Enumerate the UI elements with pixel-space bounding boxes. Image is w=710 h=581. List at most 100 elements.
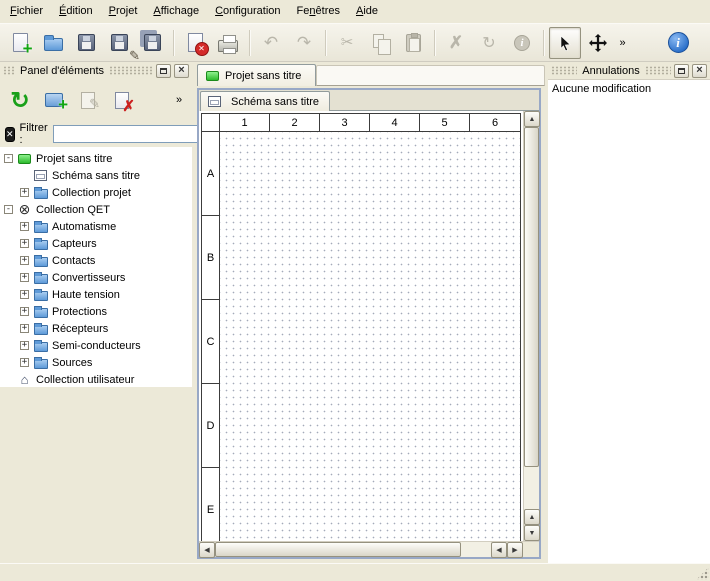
horizontal-scrollbar[interactable] [199, 541, 523, 557]
tree-item-collection-utilisateur[interactable]: Collection utilisateur [0, 371, 192, 387]
scroll-left-button[interactable] [199, 542, 215, 558]
tree-expander[interactable]: + [20, 222, 29, 231]
tree-item-recepteurs[interactable]: + Récepteurs [0, 320, 192, 337]
close-file-button[interactable] [179, 27, 211, 59]
tree-expander[interactable]: - [4, 205, 13, 214]
reload-collections-button[interactable] [5, 85, 35, 115]
menu-fenetres[interactable]: Fenêtres [289, 0, 348, 23]
save-all-button[interactable] [136, 27, 168, 59]
tree-item-contacts[interactable]: + Contacts [0, 252, 192, 269]
dock-float-button[interactable] [156, 64, 171, 78]
tree-expander[interactable]: + [20, 239, 29, 248]
filter-input[interactable] [53, 125, 203, 143]
tree-item-label: Sources [52, 357, 92, 369]
print-button[interactable] [212, 27, 244, 59]
redo-icon [294, 33, 314, 53]
about-button[interactable] [662, 27, 694, 59]
tree-expander[interactable]: + [20, 307, 29, 316]
tree-expander[interactable]: + [20, 358, 29, 367]
tab-projet-sans-titre[interactable]: Projet sans titre [197, 64, 316, 86]
copy-icon [373, 34, 384, 48]
dock-float-button[interactable] [674, 64, 689, 78]
delete-element-button[interactable] [107, 85, 137, 115]
tree-item-convertisseurs[interactable]: + Convertisseurs [0, 269, 192, 286]
diagram-sheet: 1 2 3 4 5 6 A B [201, 113, 521, 541]
folder-icon [34, 274, 48, 284]
tree-item-label: Automatisme [52, 221, 116, 233]
menu-projet[interactable]: Projet [101, 0, 146, 23]
tree-item-automatisme[interactable]: + Automatisme [0, 218, 192, 235]
tab-schema-sans-titre[interactable]: Schéma sans titre [200, 91, 330, 111]
cut-button[interactable] [331, 27, 363, 59]
new-file-button[interactable] [4, 27, 36, 59]
element-info-button[interactable] [506, 27, 538, 59]
menu-fichier[interactable]: Fichier [2, 0, 51, 23]
menu-affichage[interactable]: Affichage [145, 0, 207, 23]
menu-edition[interactable]: Édition [51, 0, 101, 23]
toolbar-overflow-button[interactable]: » [615, 27, 630, 59]
project-tab-label: Projet sans titre [225, 70, 301, 82]
undo-list-item[interactable]: Aucune modification [548, 80, 710, 98]
tree-expander[interactable]: + [20, 188, 29, 197]
scroll-up-button[interactable] [524, 509, 540, 525]
diagram-canvas[interactable] [220, 132, 520, 541]
tree-expander[interactable]: + [20, 256, 29, 265]
select-mode-button[interactable] [549, 27, 581, 59]
save-as-button[interactable] [103, 27, 135, 59]
menu-aide[interactable]: Aide [348, 0, 386, 23]
schema-icon [34, 170, 47, 181]
tree-item-capteurs[interactable]: + Capteurs [0, 235, 192, 252]
horizontal-scrollbar-track[interactable] [461, 542, 491, 557]
row-header: C [202, 300, 220, 384]
tree-item-schema[interactable]: Schéma sans titre [0, 167, 192, 184]
tree-item-sources[interactable]: + Sources [0, 354, 192, 371]
undo-button[interactable] [255, 27, 287, 59]
delete-button[interactable] [440, 27, 472, 59]
column-header: 4 [370, 114, 420, 132]
tree-expander[interactable]: - [4, 154, 13, 163]
new-element-button[interactable] [39, 85, 69, 115]
tree-expander[interactable]: + [20, 341, 29, 350]
dock-close-button[interactable] [174, 64, 189, 78]
folder-icon [34, 223, 48, 233]
tree-expander[interactable]: + [20, 324, 29, 333]
horizontal-scrollbar-thumb[interactable] [215, 542, 461, 557]
rotate-button[interactable] [473, 27, 505, 59]
tree-item-project[interactable]: - Projet sans titre [0, 150, 192, 167]
dock-close-button[interactable] [692, 64, 707, 78]
sheet-corner [202, 114, 220, 132]
scroll-up-button[interactable] [524, 111, 540, 127]
main-toolbar: » [0, 23, 710, 62]
save-button[interactable] [70, 27, 102, 59]
edit-element-button[interactable] [73, 85, 103, 115]
tree-item-collection-qet[interactable]: - Collection QET [0, 201, 192, 218]
schema-icon [208, 96, 221, 107]
tree-item-haute-tension[interactable]: + Haute tension [0, 286, 192, 303]
tree-item-collection-projet[interactable]: + Collection projet [0, 184, 192, 201]
tree-item-protections[interactable]: + Protections [0, 303, 192, 320]
vertical-scrollbar-track[interactable] [524, 467, 539, 509]
tree-item-semi-conducteurs[interactable]: + Semi-conducteurs [0, 337, 192, 354]
panel-overflow-button[interactable]: » [171, 85, 187, 115]
tree-expander[interactable]: + [20, 290, 29, 299]
dock-empty-area [0, 387, 192, 563]
diagram-scroll-area[interactable]: 1 2 3 4 5 6 A B [199, 111, 523, 541]
row-headers: A B C D E [202, 132, 220, 541]
toolbar-separator [325, 30, 326, 56]
clear-filter-button[interactable] [5, 127, 15, 142]
scroll-down-button[interactable] [524, 525, 540, 541]
move-mode-button[interactable] [582, 27, 614, 59]
delete-element-icon [115, 92, 129, 109]
row-header: B [202, 216, 220, 300]
redo-button[interactable] [288, 27, 320, 59]
copy-button[interactable] [364, 27, 396, 59]
menu-configuration[interactable]: Configuration [207, 0, 288, 23]
vertical-scrollbar-thumb[interactable] [524, 127, 539, 467]
open-file-button[interactable] [37, 27, 69, 59]
vertical-scrollbar[interactable] [523, 111, 539, 541]
resize-grip-icon[interactable] [696, 567, 709, 580]
scroll-left-button[interactable] [491, 542, 507, 558]
paste-button[interactable] [397, 27, 429, 59]
tree-expander[interactable]: + [20, 273, 29, 282]
scroll-right-button[interactable] [507, 542, 523, 558]
